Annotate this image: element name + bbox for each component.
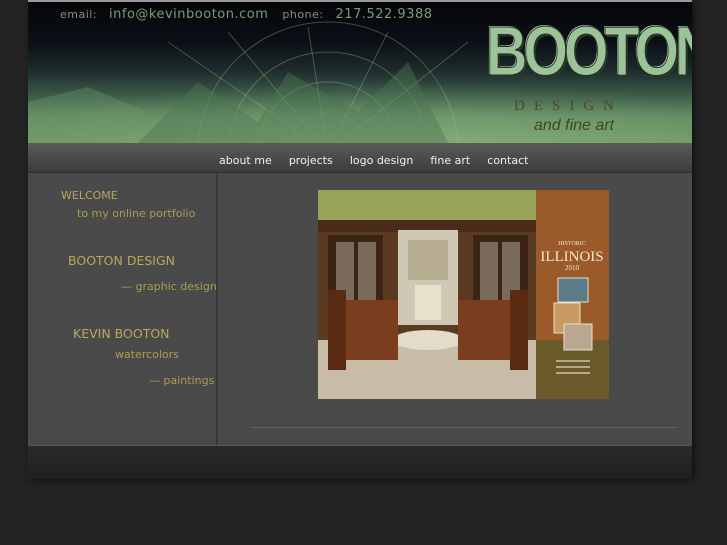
graphic-design-link[interactable]: — graphic design bbox=[121, 280, 217, 293]
poster-small-text: HISTORIC bbox=[558, 241, 586, 247]
sidebar: WELCOME to my online portfolio BOOTON DE… bbox=[28, 173, 218, 445]
welcome-subtext: to my online portfolio bbox=[77, 207, 196, 220]
header-banner: email: info@kevinbooton.com phone: 217.5… bbox=[28, 2, 692, 143]
nav-logo-design[interactable]: logo design bbox=[350, 154, 414, 167]
logo-wordmark: BOOTON bbox=[486, 12, 692, 90]
poster-year: 2010 bbox=[565, 264, 580, 272]
email-label: email: bbox=[60, 8, 98, 21]
nav-contact[interactable]: contact bbox=[487, 154, 528, 167]
contact-info: email: info@kevinbooton.com phone: 217.5… bbox=[60, 7, 443, 25]
featured-illustration: HISTORIC ILLINOIS 2010 bbox=[318, 190, 609, 399]
logo-tagline: and fine art bbox=[534, 117, 615, 134]
nav-projects[interactable]: projects bbox=[289, 154, 333, 167]
phone-number: 217.522.9388 bbox=[335, 7, 433, 22]
footer-bar bbox=[28, 445, 692, 479]
content-divider bbox=[250, 427, 678, 428]
nav-items: about me projects logo design fine art c… bbox=[219, 149, 540, 168]
page-container: email: info@kevinbooton.com phone: 217.5… bbox=[28, 0, 692, 479]
email-link[interactable]: info@kevinbooton.com bbox=[109, 7, 268, 22]
booton-logo[interactable]: BOOTON DESIGN and fine art bbox=[486, 12, 692, 139]
paintings-link[interactable]: — paintings bbox=[149, 374, 214, 387]
watercolors-link[interactable]: watercolors bbox=[115, 348, 179, 361]
nav-about-me[interactable]: about me bbox=[219, 154, 272, 167]
kevin-booton-link[interactable]: KEVIN BOOTON bbox=[73, 326, 170, 341]
featured-image[interactable]: HISTORIC ILLINOIS 2010 bbox=[318, 190, 609, 399]
welcome-heading: WELCOME bbox=[61, 189, 118, 202]
main-nav: about me projects logo design fine art c… bbox=[28, 143, 692, 173]
logo-design-text: DESIGN bbox=[514, 98, 623, 114]
poster-title: ILLINOIS bbox=[540, 249, 603, 265]
booton-design-link[interactable]: BOOTON DESIGN bbox=[68, 253, 175, 268]
nav-fine-art[interactable]: fine art bbox=[430, 154, 470, 167]
phone-label: phone: bbox=[282, 8, 324, 21]
